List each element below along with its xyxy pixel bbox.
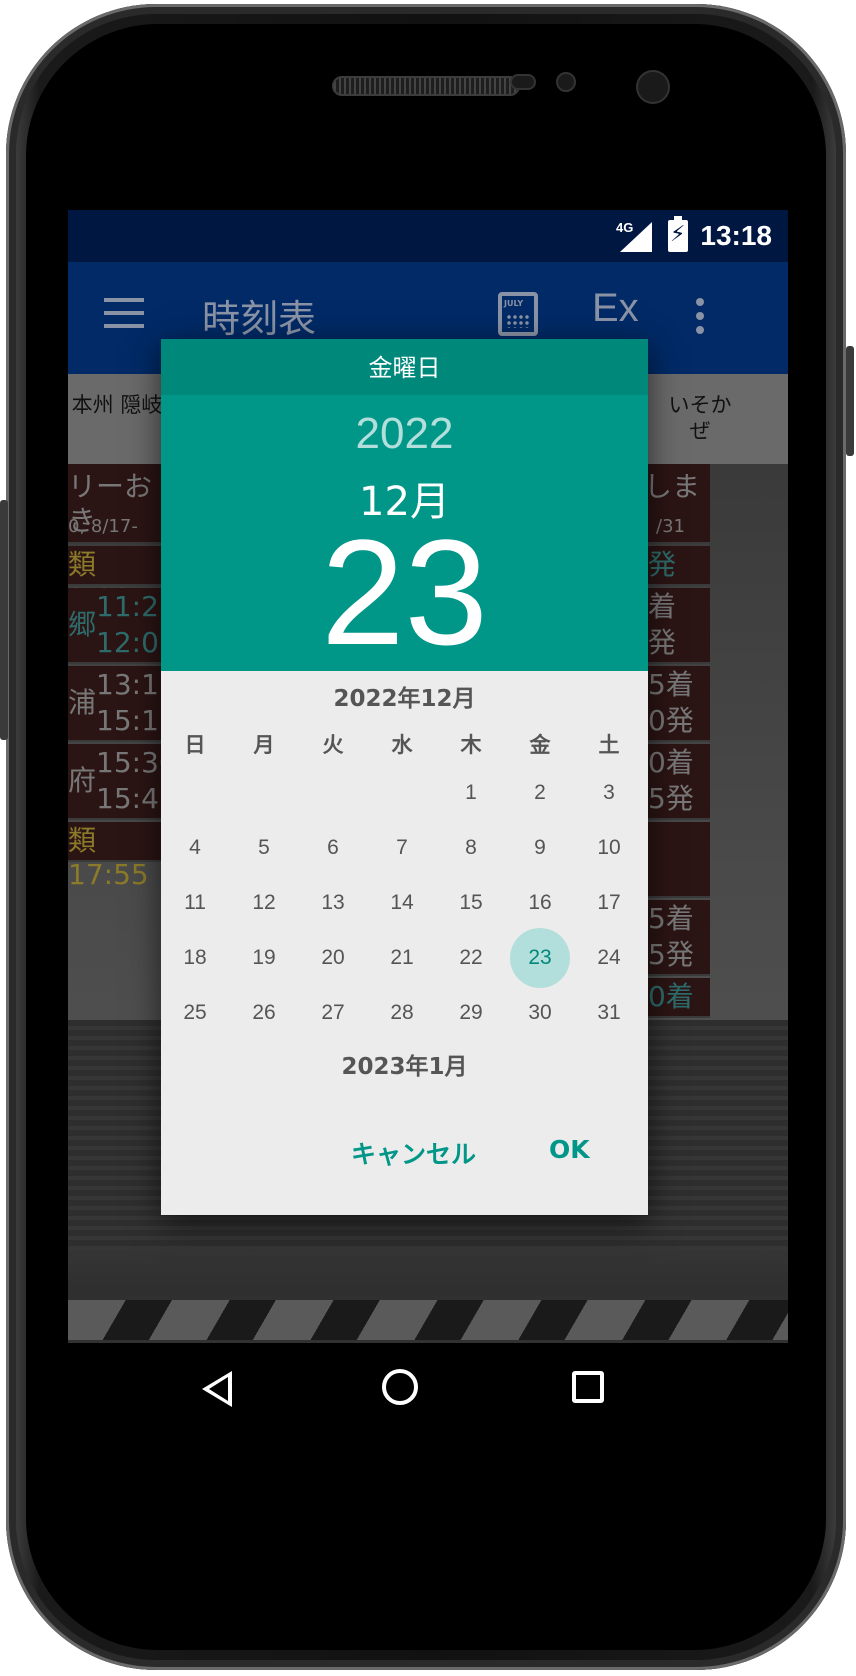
- calendar-day[interactable]: 8: [441, 818, 501, 878]
- calendar-day[interactable]: 6: [303, 818, 363, 878]
- power-button: [846, 346, 854, 456]
- calendar-month-title: 2022年12月: [333, 686, 476, 712]
- calendar-day[interactable]: 16: [510, 873, 570, 933]
- calendar-day[interactable]: 5: [234, 818, 294, 878]
- selected-weekday: 金曜日: [161, 339, 648, 395]
- timetable-row: 0着 5発: [644, 744, 710, 820]
- light-sensor: [556, 72, 576, 92]
- calendar-day[interactable]: 17: [579, 873, 639, 933]
- calendar-day[interactable]: 2: [510, 763, 570, 823]
- calendar-day[interactable]: 4: [165, 818, 225, 878]
- weekday-header: 月: [253, 733, 275, 757]
- calendar-day[interactable]: 12: [234, 873, 294, 933]
- timetable-row: 浦 13:15 15:15: [68, 666, 177, 742]
- calendar-day[interactable]: 31: [579, 983, 639, 1043]
- calendar-icon[interactable]: [498, 292, 538, 336]
- pier-stripes: [68, 1300, 788, 1340]
- next-month-title: 2023年1月: [341, 1054, 468, 1080]
- calendar-day[interactable]: 15: [441, 873, 501, 933]
- calendar-day[interactable]: 19: [234, 928, 294, 988]
- signal-icon: [620, 222, 652, 252]
- timetable-row: 5着 0発: [644, 666, 710, 742]
- navigation-bar: [68, 1343, 788, 1493]
- cancel-button[interactable]: キャンセル: [351, 1135, 476, 1171]
- timetable-row: 着 発: [644, 588, 710, 664]
- earpiece-speaker: [332, 76, 520, 96]
- ex-button[interactable]: Ex: [592, 286, 639, 331]
- selected-year[interactable]: 2022: [161, 409, 648, 459]
- calendar-day[interactable]: 27: [303, 983, 363, 1043]
- weekday-header: 火: [322, 733, 344, 757]
- status-bar: 4G ⚡ 13:18: [68, 210, 788, 262]
- calendar-day[interactable]: 21: [372, 928, 432, 988]
- back-icon[interactable]: [202, 1371, 232, 1407]
- calendar-day[interactable]: 1: [441, 763, 501, 823]
- calendar-day[interactable]: 25: [165, 983, 225, 1043]
- timetable-row: 類 9:00: [68, 546, 162, 615]
- home-icon[interactable]: [382, 1369, 418, 1405]
- menu-icon[interactable]: [104, 298, 144, 330]
- proximity-sensor: [510, 74, 536, 90]
- weekday-header: 金: [529, 733, 551, 757]
- calendar-day[interactable]: 7: [372, 818, 432, 878]
- calendar-day[interactable]: 9: [510, 818, 570, 878]
- calendar-day[interactable]: 11: [165, 873, 225, 933]
- calendar-day[interactable]: 20: [303, 928, 363, 988]
- date-picker-dialog: 金曜日 2022 12月 23 2022年12月 日 月 火 水 木 金 土 1…: [161, 339, 648, 1215]
- calendar-day[interactable]: 18: [165, 928, 225, 988]
- timetable-row: 5着 5発: [644, 900, 710, 976]
- timetable-row: [644, 822, 710, 898]
- timetable-row: 類17:55: [68, 822, 162, 891]
- status-time: 13:18: [700, 220, 772, 251]
- calendar-day[interactable]: 22: [441, 928, 501, 988]
- front-camera: [636, 70, 670, 104]
- page-title: 時刻表: [202, 297, 317, 341]
- timetable-header-left: リーおき 0, 8/17-12/: [68, 464, 162, 571]
- weekday-header: 木: [460, 733, 482, 757]
- weekday-header: 水: [391, 733, 413, 757]
- weekday-header: 日: [184, 733, 206, 757]
- calendar-day[interactable]: 10: [579, 818, 639, 878]
- timetable-row: 郷 11:25 12:05: [68, 588, 177, 664]
- date-picker-header: 2022 12月 23: [161, 395, 648, 676]
- ok-button[interactable]: OK: [549, 1135, 590, 1164]
- tab-isokaze[interactable]: いそか ぜ: [660, 392, 740, 444]
- selected-day[interactable]: 23: [161, 507, 648, 677]
- timetable-header-right: しま /31: [644, 464, 710, 544]
- recent-apps-icon[interactable]: [572, 1371, 604, 1403]
- calendar-day-selected[interactable]: 23: [510, 928, 570, 988]
- calendar-day[interactable]: 24: [579, 928, 639, 988]
- calendar-day[interactable]: 3: [579, 763, 639, 823]
- timetable-row: 0着: [644, 978, 710, 1018]
- weekday-header: 土: [598, 733, 620, 757]
- calendar-day[interactable]: 29: [441, 983, 501, 1043]
- tab-honshu-oki[interactable]: 本州 隠岐: [68, 392, 166, 418]
- battery-charging-icon: ⚡: [668, 216, 688, 252]
- more-options-icon[interactable]: [696, 298, 704, 334]
- timetable-row: 発: [644, 546, 710, 586]
- calendar-day[interactable]: 13: [303, 873, 363, 933]
- volume-button: [0, 500, 8, 740]
- calendar-day[interactable]: 26: [234, 983, 294, 1043]
- calendar-day[interactable]: 14: [372, 873, 432, 933]
- calendar-day[interactable]: 30: [510, 983, 570, 1043]
- screen: 4G ⚡ 13:18 時刻表 Ex 本州 隠岐 いそか ぜ リーおき 0, 8/…: [68, 210, 788, 1493]
- timetable-row: 府 15:30 15:45: [68, 744, 177, 820]
- calendar-day[interactable]: 28: [372, 983, 432, 1043]
